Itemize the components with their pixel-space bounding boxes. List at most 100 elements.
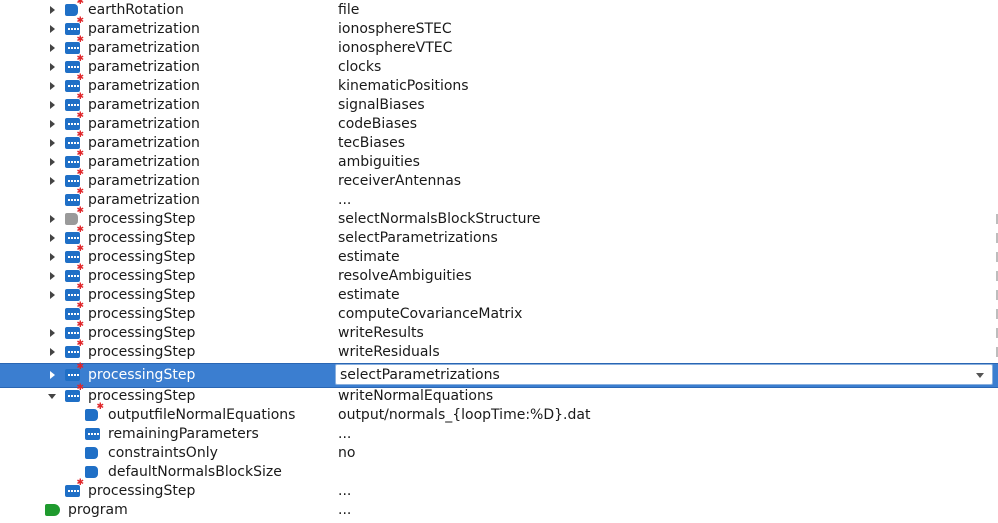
tree-row[interactable]: ✱ parametrization tecBiases bbox=[0, 131, 998, 153]
tree-row-selected[interactable]: ✱ processingStep selectParametrizations bbox=[0, 363, 998, 388]
expand-arrow-icon[interactable] bbox=[48, 248, 58, 267]
value-combobox[interactable]: selectParametrizations bbox=[335, 364, 993, 385]
tree-row[interactable]: ✱ parametrization kinematicPositions bbox=[0, 73, 998, 96]
expand-arrow-icon[interactable] bbox=[48, 77, 58, 96]
element-name: processingStep bbox=[88, 268, 196, 284]
expand-arrow-icon[interactable] bbox=[48, 115, 58, 134]
element-name: parametrization bbox=[88, 78, 200, 94]
list-tag-icon: ✱ bbox=[65, 169, 84, 187]
tree-row[interactable]: ✱ processingStep computeCovarianceMatrix bbox=[0, 302, 998, 324]
element-name: parametrization bbox=[88, 21, 200, 37]
required-star-icon: ✱ bbox=[76, 301, 84, 311]
list-tag-icon: ✱ bbox=[65, 340, 84, 358]
element-value: ... bbox=[338, 426, 352, 442]
expand-arrow-icon[interactable] bbox=[48, 229, 58, 248]
list-tag-icon: ✱ bbox=[65, 226, 84, 244]
tree-row[interactable]: ✱ parametrization signalBiases bbox=[0, 92, 998, 115]
element-value: estimate bbox=[338, 287, 400, 303]
element-name: earthRotation bbox=[88, 2, 184, 18]
required-star-icon: ✱ bbox=[76, 362, 84, 372]
required-star-icon: ✱ bbox=[76, 206, 84, 216]
required-star-icon: ✱ bbox=[76, 54, 84, 64]
tree-row[interactable]: ✱ processingStep writeResults bbox=[0, 321, 998, 343]
expand-arrow-icon[interactable] bbox=[48, 96, 58, 115]
expand-arrow-icon[interactable] bbox=[48, 153, 58, 172]
collapse-arrow-icon[interactable] bbox=[48, 387, 58, 406]
element-name: parametrization bbox=[88, 116, 200, 132]
config-tree: ✱ earthRotation file ✱ parametrization ionosp… bbox=[0, 0, 998, 523]
tree-row[interactable]: ✱ parametrization ambiguities bbox=[0, 150, 998, 172]
element-name: processingStep bbox=[88, 325, 196, 341]
element-name: processingStep bbox=[88, 306, 196, 322]
tree-row[interactable]: ✱ processingStep writeResiduals bbox=[0, 340, 998, 362]
tree-row[interactable]: ✱ processingStep selectNormalsBlockStructu… bbox=[0, 206, 998, 229]
required-star-icon: ✱ bbox=[76, 73, 84, 83]
expand-arrow-icon[interactable] bbox=[48, 1, 58, 20]
element-value: kinematicPositions bbox=[338, 78, 469, 94]
required-star-icon: ✱ bbox=[76, 92, 84, 102]
tree-row[interactable]: ✱ processingStep... bbox=[0, 478, 998, 501]
element-name: processingStep bbox=[88, 367, 196, 383]
element-value: ionosphereSTEC bbox=[338, 21, 452, 37]
list-tag-icon: ✱ bbox=[65, 112, 84, 130]
tree-row[interactable]: ✱ parametrization ionosphereVTEC bbox=[0, 36, 998, 58]
element-name: processingStep bbox=[88, 249, 196, 265]
expand-arrow-icon[interactable] bbox=[48, 267, 58, 286]
expand-arrow-icon[interactable] bbox=[48, 286, 58, 305]
tree-row[interactable]: ✱ outputfileNormalEquations output/normals… bbox=[0, 403, 998, 425]
required-star-icon: ✱ bbox=[76, 339, 84, 349]
required-star-icon: ✱ bbox=[76, 478, 84, 488]
expand-arrow-icon[interactable] bbox=[48, 210, 58, 229]
expand-arrow-icon[interactable] bbox=[48, 366, 58, 385]
tree-row[interactable]: ✱ processingStep estimate bbox=[0, 245, 998, 267]
tree-row[interactable]: ✱ parametrization... bbox=[0, 188, 998, 210]
element-value: ionosphereVTEC bbox=[338, 40, 453, 56]
tree-row[interactable]: ✱ processingStep writeNormalEquations bbox=[0, 384, 998, 406]
list-tag-icon: ✱ bbox=[65, 321, 84, 339]
tree-row[interactable]: ✱ processingStep selectParametrizations bbox=[0, 226, 998, 248]
expand-arrow-icon[interactable] bbox=[48, 324, 58, 343]
expand-arrow-icon[interactable] bbox=[48, 39, 58, 58]
tree-row[interactable]: ✱ parametrization receiverAntennas bbox=[0, 169, 998, 191]
element-value: writeNormalEquations bbox=[338, 388, 494, 404]
element-name: processingStep bbox=[88, 388, 196, 404]
tree-row[interactable]: constraintsOnly no bbox=[0, 444, 998, 463]
element-name: parametrization bbox=[88, 192, 200, 208]
expand-arrow-icon[interactable] bbox=[48, 343, 58, 362]
tree-row[interactable]: ✱ earthRotation file bbox=[0, 0, 998, 20]
tree-row[interactable]: defaultNormalsBlockSize bbox=[0, 463, 998, 482]
number-tag-icon bbox=[85, 465, 101, 478]
expand-arrow-icon[interactable] bbox=[48, 134, 58, 153]
element-name: processingStep bbox=[88, 344, 196, 360]
element-value: output/normals_{loopTime:%D}.dat bbox=[338, 407, 591, 423]
list-tag-icon: ✱ bbox=[65, 245, 84, 263]
tree-row[interactable]: program... bbox=[0, 501, 998, 520]
element-name: processingStep bbox=[88, 230, 196, 246]
tree-row[interactable]: ✱ parametrization codeBiases bbox=[0, 112, 998, 134]
element-name: parametrization bbox=[88, 40, 200, 56]
element-value: clocks bbox=[338, 59, 382, 75]
required-star-icon: ✱ bbox=[76, 0, 84, 7]
element-value: ambiguities bbox=[338, 154, 420, 170]
expand-arrow-icon[interactable] bbox=[48, 20, 58, 39]
tree-row[interactable]: ✱ parametrization ionosphereSTEC bbox=[0, 17, 998, 39]
required-star-icon: ✱ bbox=[76, 383, 84, 393]
required-star-icon: ✱ bbox=[76, 168, 84, 178]
tree-row[interactable]: remainingParameters... bbox=[0, 425, 998, 444]
tree-row[interactable]: ✱ parametrization clocks bbox=[0, 55, 998, 77]
element-value: resolveAmbiguities bbox=[338, 268, 472, 284]
element-value: selectParametrizations bbox=[338, 230, 498, 246]
list-tag-icon: ✱ bbox=[65, 384, 84, 402]
list-tag-icon: ✱ bbox=[65, 302, 84, 320]
required-star-icon: ✱ bbox=[76, 282, 84, 292]
expand-arrow-icon[interactable] bbox=[48, 58, 58, 77]
list-tag-icon: ✱ bbox=[65, 363, 84, 381]
tree-row[interactable]: ✱ processingStep estimate bbox=[0, 282, 998, 305]
dropdown-arrow-icon[interactable] bbox=[976, 373, 984, 378]
element-name: parametrization bbox=[88, 97, 200, 113]
expand-arrow-icon[interactable] bbox=[48, 172, 58, 191]
element-value: signalBiases bbox=[338, 97, 425, 113]
tree-row[interactable]: ✱ processingStep resolveAmbiguities bbox=[0, 264, 998, 286]
list-tag-icon: ✱ bbox=[65, 55, 84, 73]
list-tag-icon: ✱ bbox=[65, 150, 84, 168]
